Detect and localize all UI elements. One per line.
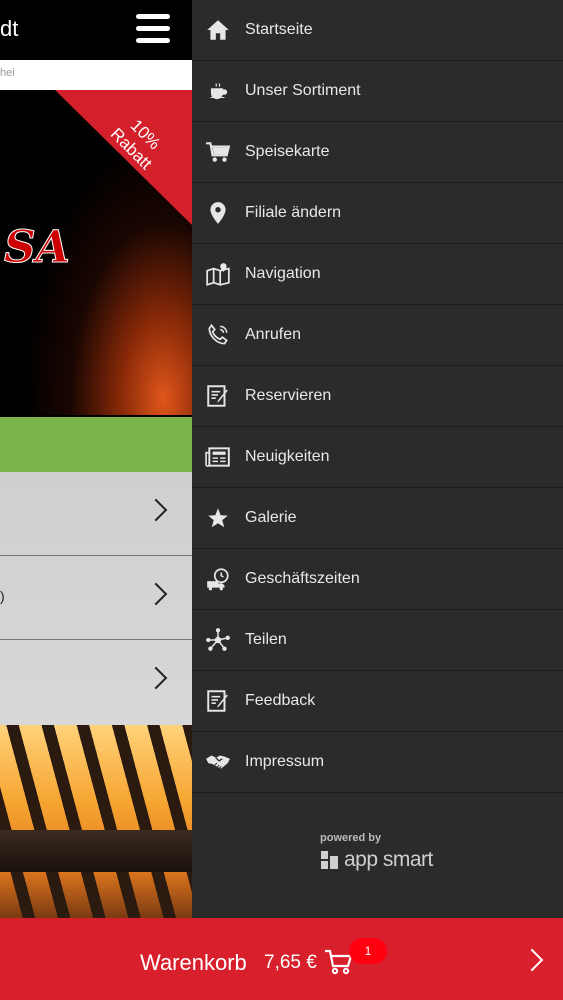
green-banner[interactable]: [0, 417, 192, 472]
cart-label: Warenkorb: [140, 950, 247, 975]
side-menu: Startseite Unser Sortiment Speisekarte F…: [192, 0, 563, 918]
list-item[interactable]: ): [0, 556, 192, 640]
list-item[interactable]: [0, 640, 192, 724]
menu-item-anrufen[interactable]: Anrufen: [192, 305, 563, 366]
powered-by-text: powered by: [320, 832, 382, 844]
feedback-icon: [192, 671, 244, 732]
star-icon: [192, 488, 244, 549]
menu-item-navigation[interactable]: Navigation: [192, 244, 563, 305]
search-placeholder: hei: [0, 67, 15, 79]
app-header: dt: [0, 0, 192, 60]
restaurant-logo: SA: [4, 222, 71, 274]
background-page: dt hei 10% Rabatt SA ): [0, 0, 192, 918]
handshake-icon: [192, 732, 244, 793]
search-input[interactable]: hei: [0, 60, 192, 90]
menu-item-startseite[interactable]: Startseite: [192, 0, 563, 61]
menu-item-geschaeftszeiten[interactable]: Geschäftszeiten: [192, 549, 563, 610]
delivery-clock-icon: [192, 549, 244, 610]
hero-banner: 10% Rabatt SA: [0, 90, 192, 415]
menu-item-neuigkeiten[interactable]: Neuigkeiten: [192, 427, 563, 488]
appsmart-mark-icon: [321, 851, 338, 869]
grill-grate: [0, 830, 192, 872]
menu-item-reservieren[interactable]: Reservieren: [192, 366, 563, 427]
appsmart-brand-text: app smart: [344, 848, 433, 871]
location-pin-icon: [192, 183, 244, 244]
chevron-right-icon: [144, 666, 168, 690]
menu-item-sortiment[interactable]: Unser Sortiment: [192, 61, 563, 122]
menu-item-feedback[interactable]: Feedback: [192, 671, 563, 732]
map-icon: [192, 244, 244, 305]
edit-note-icon: [192, 366, 244, 427]
chevron-right-icon: [144, 582, 168, 606]
list-item[interactable]: [0, 472, 192, 556]
phone-icon: [192, 305, 244, 366]
newspaper-icon: [192, 427, 244, 488]
cart-count-badge: 1: [349, 938, 387, 964]
menu-item-filiale[interactable]: Filiale ändern: [192, 183, 563, 244]
menu-item-impressum[interactable]: Impressum: [192, 732, 563, 793]
menu-item-galerie[interactable]: Galerie: [192, 488, 563, 549]
chevron-right-icon: [520, 948, 544, 972]
hamburger-menu-icon[interactable]: [136, 14, 170, 44]
cart-icon: [192, 122, 244, 183]
category-list: ): [0, 472, 192, 725]
app-title: dt: [0, 16, 19, 41]
share-icon: [192, 610, 244, 671]
chevron-right-icon: [144, 498, 168, 522]
menu-item-teilen[interactable]: Teilen: [192, 610, 563, 671]
cart-bar[interactable]: Warenkorb 7,65 € 1: [0, 918, 563, 1000]
home-icon: [192, 0, 244, 61]
appsmart-logo: app smart: [320, 848, 433, 872]
menu-item-speisekarte[interactable]: Speisekarte: [192, 122, 563, 183]
cup-icon: [192, 61, 244, 122]
cart-total: 7,65 €: [264, 952, 317, 973]
grill-image: [0, 725, 192, 918]
